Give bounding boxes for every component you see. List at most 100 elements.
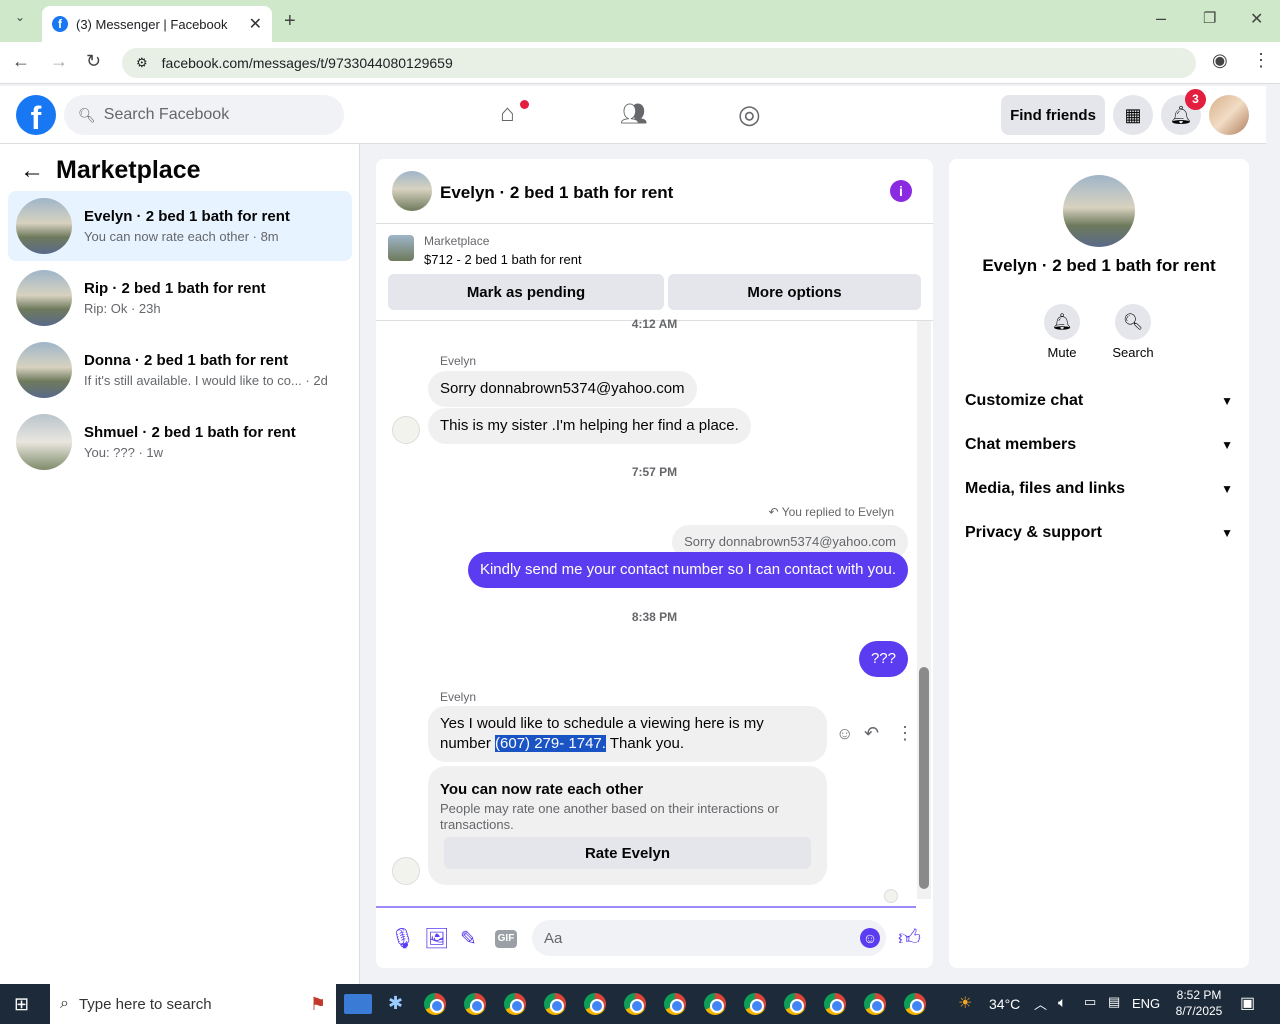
chrome-icon[interactable]	[784, 993, 806, 1015]
chat-avatar[interactable]	[392, 171, 432, 211]
menu-grid-icon[interactable]: ▦	[1113, 95, 1153, 135]
chat-members-section[interactable]: Chat members ▼	[965, 436, 1233, 454]
chrome-icon[interactable]	[664, 993, 686, 1015]
reload-icon[interactable]: ↻	[86, 51, 101, 72]
message-bubble-mine[interactable]: Kindly send me your contact number so I …	[467, 552, 908, 588]
listing-title[interactable]: $712 - 2 bed 1 bath for rent	[424, 252, 582, 267]
account-avatar[interactable]	[1209, 95, 1249, 135]
close-window-icon[interactable]: ✕	[1250, 9, 1263, 29]
details-title: Evelyn · 2 bed 1 bath for rent	[982, 256, 1216, 275]
chevron-down-icon: ▼	[1221, 482, 1233, 496]
friends-icon[interactable]: 👥︎	[620, 101, 648, 127]
reply-label-text: You replied to Evelyn	[781, 505, 894, 519]
chrome-icon[interactable]	[824, 993, 846, 1015]
language-indicator[interactable]: ENG	[1132, 996, 1160, 1011]
battery-icon[interactable]: ▭	[1084, 994, 1096, 1010]
gif-icon[interactable]: GIF	[495, 930, 517, 948]
scrollbar-thumb[interactable]	[919, 667, 929, 889]
menu-dots-icon[interactable]: ⋮	[1252, 50, 1270, 71]
thumbs-up-icon[interactable]: 👍︎	[898, 924, 921, 951]
facebook-search-input[interactable]: 🔍︎ Search Facebook	[64, 95, 344, 135]
back-arrow-icon[interactable]: ←	[20, 157, 44, 185]
taskbar-app-icon[interactable]: ✱	[388, 993, 403, 1014]
sender-avatar[interactable]	[392, 416, 420, 444]
chrome-icon[interactable]	[584, 993, 606, 1015]
search-icon[interactable]: 🔍︎	[1115, 304, 1151, 340]
emoji-icon[interactable]: ☺	[860, 928, 880, 948]
more-actions-icon[interactable]: ⋮	[896, 723, 914, 744]
home-icon[interactable]: ⌂	[500, 100, 515, 128]
windows-start-icon[interactable]: ⊞	[14, 994, 29, 1015]
conversation-item-shmuel[interactable]: Shmuel · 2 bed 1 bath for rent You: ??? …	[8, 407, 352, 477]
site-info-icon[interactable]: ⚙	[136, 55, 148, 71]
chrome-icon[interactable]	[544, 993, 566, 1015]
conversation-name: Shmuel · 2 bed 1 bath for rent	[84, 424, 296, 441]
temperature[interactable]: 34°C	[989, 996, 1020, 1012]
clock[interactable]: 8:52 PM 8/7/2025	[1170, 987, 1228, 1019]
tray-chevron-icon[interactable]: ︿	[1034, 994, 1047, 1013]
customize-chat-section[interactable]: Customize chat ▼	[965, 392, 1233, 410]
mark-as-pending-button[interactable]: Mark as pending	[388, 274, 664, 310]
chrome-icon[interactable]	[904, 993, 926, 1015]
message-bubble[interactable]: Yes I would like to schedule a viewing h…	[428, 706, 827, 762]
conversation-item-rip[interactable]: Rip · 2 bed 1 bath for rent Rip: Ok · 23…	[8, 263, 352, 333]
chrome-icon[interactable]	[424, 993, 446, 1015]
clock-date: 8/7/2025	[1175, 1004, 1223, 1018]
network-icon[interactable]: ▤	[1108, 994, 1120, 1010]
back-icon[interactable]: ←	[12, 51, 30, 72]
conversation-time: · 2d	[305, 373, 328, 388]
chevron-down-icon: ▼	[1221, 526, 1233, 540]
chrome-icon[interactable]	[744, 993, 766, 1015]
url-text: facebook.com/messages/t/9733044080129659	[161, 55, 453, 71]
react-emoji-icon[interactable]: ☺	[836, 724, 853, 744]
url-bar[interactable]: ⚙ facebook.com/messages/t/97330440801296…	[122, 48, 1196, 78]
message-bubble[interactable]: This is my sister .I'm helping her find …	[428, 408, 751, 444]
taskbar-search-input[interactable]: ⌕ Type here to search ⚑	[50, 984, 336, 1024]
weather-icon[interactable]: ☀	[958, 993, 972, 1013]
chrome-icon[interactable]	[864, 993, 886, 1015]
conversation-item-evelyn[interactable]: Evelyn · 2 bed 1 bath for rent You can n…	[8, 191, 352, 261]
chrome-icon[interactable]	[704, 993, 726, 1015]
chrome-icon[interactable]	[504, 993, 526, 1015]
message-bubble[interactable]: Sorry donnabrown5374@yahoo.com	[428, 371, 697, 407]
info-icon[interactable]: i	[890, 180, 912, 202]
taskbar-app-icon[interactable]	[344, 994, 372, 1014]
timestamp: 7:57 PM	[631, 465, 678, 479]
sticker-icon[interactable]: ✎	[460, 926, 477, 951]
browser-tab[interactable]: f (3) Messenger | Facebook ✕	[42, 6, 272, 42]
facebook-logo-icon[interactable]: f	[16, 95, 56, 136]
search-label[interactable]: Search	[1103, 345, 1163, 360]
conversation-name: Donna · 2 bed 1 bath for rent	[84, 352, 289, 369]
profile-icon[interactable]: ◉	[1212, 50, 1228, 71]
media-files-links-section[interactable]: Media, files and links ▼	[965, 480, 1233, 498]
more-options-button[interactable]: More options	[668, 274, 921, 310]
find-friends-button[interactable]: Find friends	[1001, 95, 1105, 135]
mute-label[interactable]: Mute	[1032, 345, 1092, 360]
microphone-icon[interactable]: 🎙︎	[390, 926, 415, 951]
photo-icon[interactable]: 🖼︎	[424, 926, 449, 951]
notification-center-icon[interactable]: ▣	[1240, 993, 1255, 1013]
message-input[interactable]: Aa ☺	[532, 920, 886, 956]
chrome-icon[interactable]	[624, 993, 646, 1015]
reply-icon[interactable]: ↶	[864, 723, 879, 744]
new-tab-icon[interactable]: +	[284, 10, 296, 33]
section-label: Media, files and links	[965, 480, 1126, 497]
privacy-support-section[interactable]: Privacy & support ▼	[965, 524, 1233, 542]
forward-icon[interactable]: →	[50, 51, 68, 72]
search-placeholder: Search Facebook	[103, 106, 230, 123]
sender-avatar[interactable]	[392, 857, 420, 885]
volume-icon[interactable]: 🔈︎	[1058, 994, 1066, 1011]
mute-bell-icon[interactable]: 🔔︎	[1044, 304, 1080, 340]
conversation-item-donna[interactable]: Donna · 2 bed 1 bath for rent If it's st…	[8, 335, 352, 405]
tab-search-icon[interactable]: ⌄	[10, 10, 30, 24]
minimize-icon[interactable]: –	[1156, 8, 1166, 29]
message-bubble-mine[interactable]: ???	[858, 641, 908, 677]
chrome-icon[interactable]	[464, 993, 486, 1015]
listing-thumbnail	[16, 270, 72, 326]
groups-icon[interactable]: ◎	[738, 99, 761, 130]
timestamp: 8:38 PM	[631, 610, 678, 624]
rate-evelyn-button[interactable]: Rate Evelyn	[444, 837, 811, 869]
chat-title[interactable]: Evelyn · 2 bed 1 bath for rent	[440, 183, 673, 203]
close-tab-icon[interactable]: ✕	[249, 14, 262, 34]
restore-icon[interactable]: ❐	[1203, 9, 1216, 27]
